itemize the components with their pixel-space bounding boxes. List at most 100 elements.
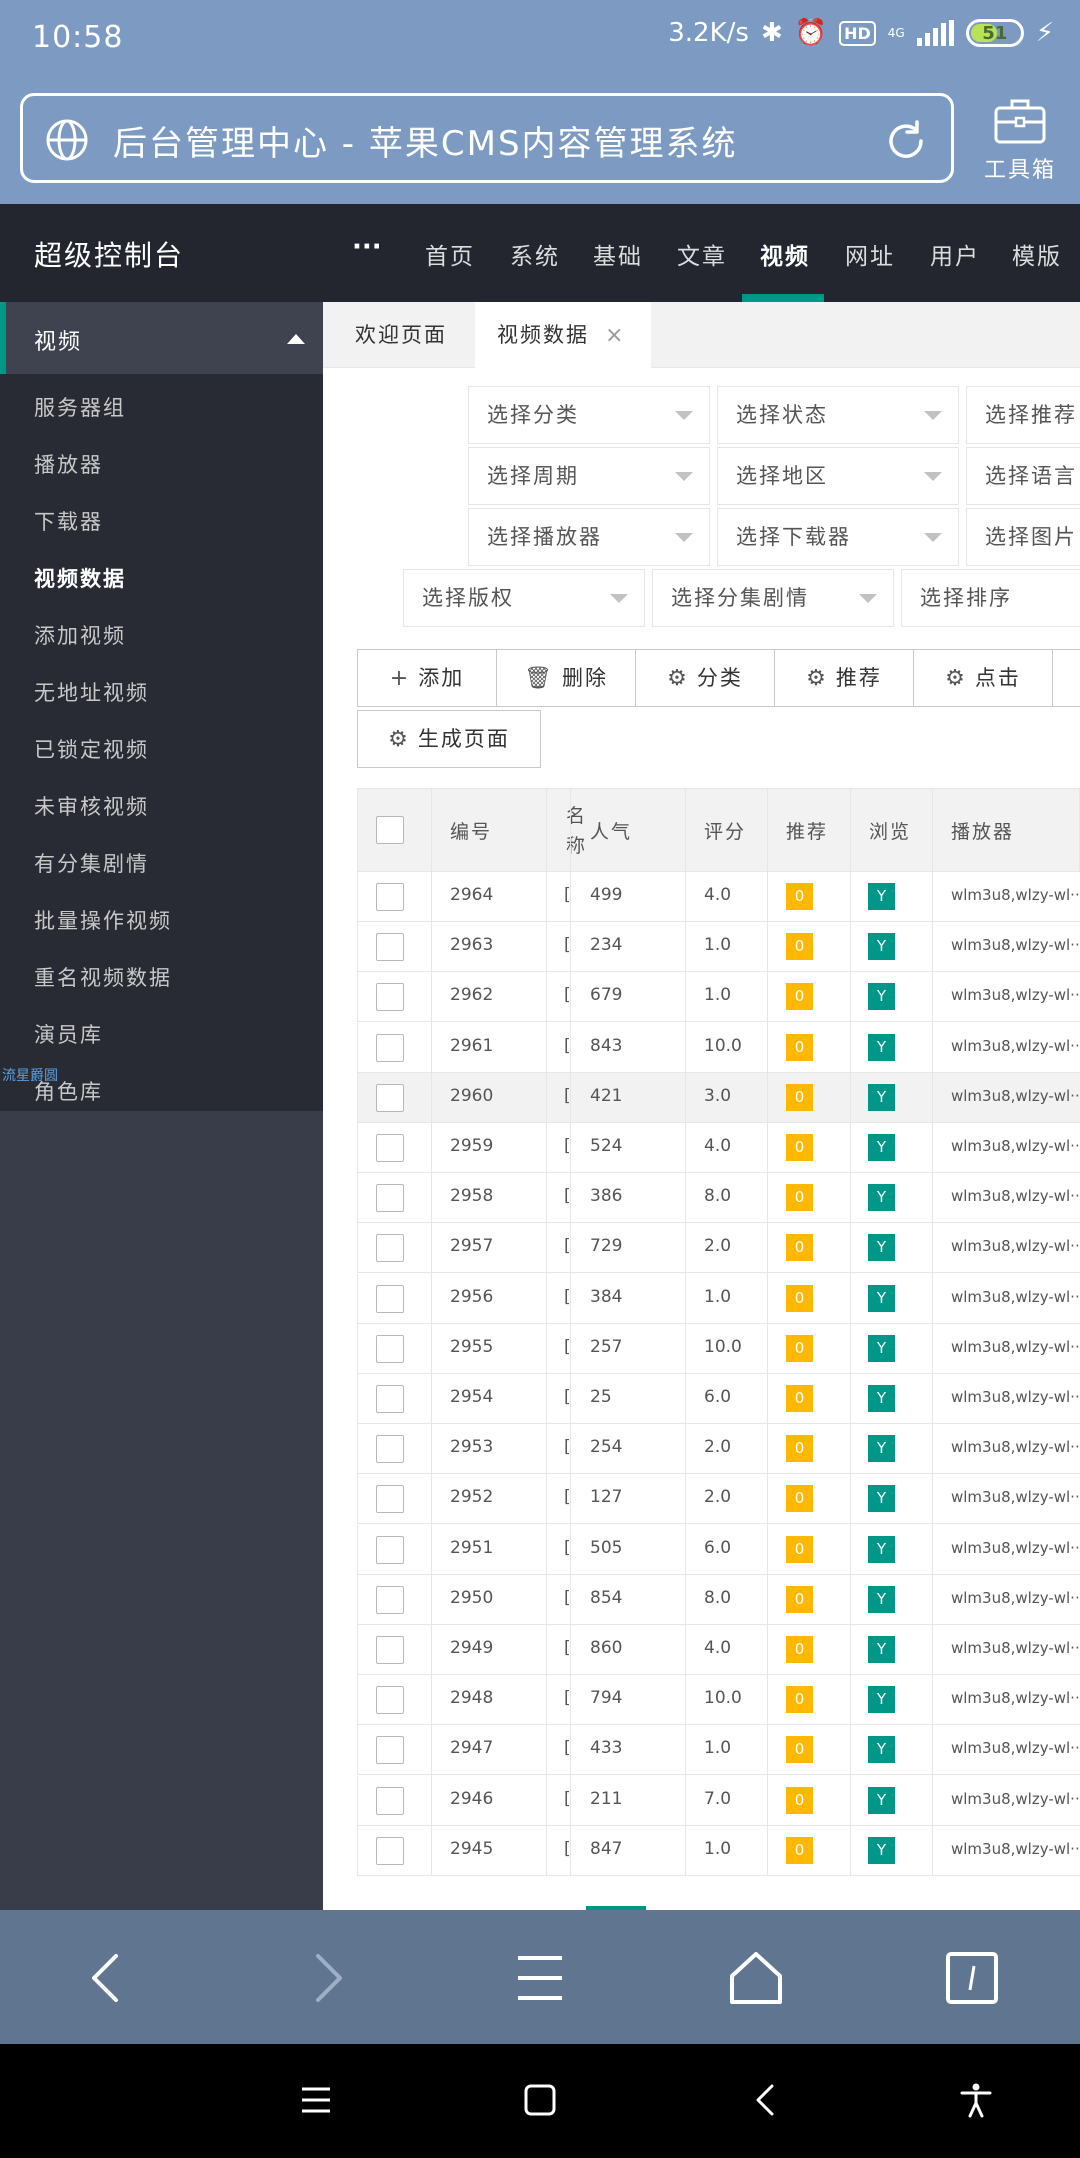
select-copyright[interactable]: 选择版权 — [403, 569, 645, 627]
cell-view-badge[interactable]: Y — [868, 1836, 895, 1864]
tabs-icon[interactable] — [944, 1950, 1000, 2006]
cell-view-badge[interactable]: Y — [868, 1385, 895, 1412]
cell-recommend-badge[interactable]: 0 — [786, 1786, 813, 1814]
recents-icon[interactable] — [298, 2082, 334, 2118]
sidebar-item-locked-video[interactable]: 已锁定视频 — [34, 734, 149, 764]
delete-button[interactable]: 🗑 删除 — [496, 649, 636, 707]
select-downloader[interactable]: 选择下载器 — [717, 508, 959, 566]
cell-recommend-badge[interactable]: 0 — [786, 1736, 813, 1764]
row-checkbox[interactable] — [376, 1836, 404, 1865]
cell-recommend-badge[interactable]: 0 — [786, 1385, 813, 1412]
nav-more-button[interactable]: ··· — [352, 232, 382, 262]
row-checkbox[interactable] — [376, 1083, 404, 1112]
recommend-button[interactable]: ⚙ 推荐 — [774, 649, 914, 707]
cell-recommend-badge[interactable]: 0 — [786, 1636, 813, 1663]
more-toolbar-button[interactable] — [1052, 649, 1080, 707]
row-checkbox[interactable] — [376, 1234, 404, 1263]
table-row[interactable]: 2947[433 1.0 0 Ywlm3u8,wlzy-wl··· — [357, 1725, 1080, 1776]
table-row[interactable]: 2950[854 8.0 0 Ywlm3u8,wlzy-wl··· — [357, 1574, 1080, 1625]
cell-view-badge[interactable]: Y — [868, 983, 895, 1011]
cell-recommend-badge[interactable]: 0 — [786, 1585, 813, 1613]
sidebar-item-player[interactable]: 播放器 — [34, 449, 103, 479]
cell-recommend-badge[interactable]: 0 — [786, 1535, 813, 1563]
sidebar-item-downloader[interactable]: 下载器 — [34, 506, 103, 536]
cell-view-badge[interactable]: Y — [868, 1485, 895, 1513]
tab-welcome[interactable]: 欢迎页面 — [323, 302, 473, 368]
nav-home[interactable]: 首页 — [425, 237, 475, 271]
address-bar[interactable]: 后台管理中心 - 苹果CMS内容管理系统 — [20, 93, 954, 183]
select-all-checkbox[interactable] — [376, 816, 404, 844]
table-row[interactable]: 2958[386 8.0 0 Ywlm3u8,wlzy-wl··· — [357, 1173, 1080, 1224]
close-icon[interactable]: × — [605, 303, 625, 369]
sidebar-item-duplicate-names[interactable]: 重名视频数据 — [34, 962, 172, 992]
select-episode-plot[interactable]: 选择分集剧情 — [652, 569, 894, 627]
row-checkbox[interactable] — [376, 1736, 404, 1765]
cell-view-badge[interactable]: Y — [868, 1134, 895, 1161]
row-checkbox[interactable] — [376, 1686, 404, 1715]
sidebar-item-actors[interactable]: 演员库 — [34, 1019, 103, 1049]
row-checkbox[interactable] — [376, 1334, 404, 1363]
row-checkbox[interactable] — [376, 1535, 404, 1564]
select-category[interactable]: 选择分类 — [468, 386, 710, 444]
category-button[interactable]: ⚙ 分类 — [635, 649, 775, 707]
nav-url[interactable]: 网址 — [845, 237, 895, 271]
table-row[interactable]: 2956[384 1.0 0 Ywlm3u8,wlzy-wl··· — [357, 1273, 1080, 1324]
table-row[interactable]: 2949[860 4.0 0 Ywlm3u8,wlzy-wl··· — [357, 1625, 1080, 1675]
nav-video[interactable]: 视频 — [760, 237, 810, 271]
row-checkbox[interactable] — [376, 1485, 404, 1514]
cell-view-badge[interactable]: Y — [868, 1284, 895, 1312]
table-row[interactable]: 2951[505 6.0 0 Ywlm3u8,wlzy-wl··· — [357, 1524, 1080, 1575]
sidebar-item-video-data[interactable]: 视频数据 — [34, 563, 126, 593]
row-checkbox[interactable] — [376, 1033, 404, 1062]
table-row[interactable]: 2948[794 10.0 0 Ywlm3u8,wlzy-wl··· — [357, 1675, 1080, 1726]
row-checkbox[interactable] — [376, 1786, 404, 1815]
row-checkbox[interactable] — [376, 1435, 404, 1464]
cell-view-badge[interactable]: Y — [868, 1083, 895, 1111]
accessibility-icon[interactable] — [958, 2082, 994, 2118]
cell-recommend-badge[interactable]: 0 — [786, 1836, 813, 1864]
cell-recommend-badge[interactable]: 0 — [786, 1234, 813, 1262]
cell-view-badge[interactable]: Y — [868, 933, 895, 961]
row-checkbox[interactable] — [376, 983, 404, 1012]
tab-video-data[interactable]: 视频数据 × — [475, 302, 651, 368]
nav-user[interactable]: 用户 — [930, 237, 980, 271]
system-home-icon[interactable] — [522, 2082, 558, 2118]
sidebar-item-unreviewed-video[interactable]: 未审核视频 — [34, 791, 149, 821]
select-period[interactable]: 选择周期 — [468, 447, 710, 505]
cell-recommend-badge[interactable]: 0 — [786, 1184, 813, 1212]
row-checkbox[interactable] — [376, 1385, 404, 1413]
sidebar-item-episode-plot[interactable]: 有分集剧情 — [34, 848, 149, 878]
select-sort[interactable]: 选择排序 — [901, 569, 1080, 627]
cell-view-badge[interactable]: Y — [868, 1585, 895, 1613]
cell-recommend-badge[interactable]: 0 — [786, 1485, 813, 1513]
row-checkbox[interactable] — [376, 1284, 404, 1313]
row-checkbox[interactable] — [376, 1134, 404, 1162]
table-row[interactable]: 2959[524 4.0 0 Ywlm3u8,wlzy-wl··· — [357, 1123, 1080, 1173]
cell-view-badge[interactable]: Y — [868, 1686, 895, 1714]
cell-recommend-badge[interactable]: 0 — [786, 1083, 813, 1111]
cell-recommend-badge[interactable]: 0 — [786, 1334, 813, 1362]
menu-icon[interactable] — [512, 1950, 568, 2006]
cell-view-badge[interactable]: Y — [868, 1535, 895, 1563]
select-language[interactable]: 选择语言 — [966, 447, 1080, 505]
sidebar-item-add-video[interactable]: 添加视频 — [34, 620, 126, 650]
row-checkbox[interactable] — [376, 1636, 404, 1664]
cell-recommend-badge[interactable]: 0 — [786, 1435, 813, 1463]
cell-view-badge[interactable]: Y — [868, 1334, 895, 1362]
nav-basic[interactable]: 基础 — [593, 237, 643, 271]
cell-view-badge[interactable]: Y — [868, 1234, 895, 1262]
system-back-icon[interactable] — [748, 2082, 784, 2118]
generate-page-button[interactable]: ⚙ 生成页面 — [357, 710, 541, 768]
table-row[interactable]: 2955[257 10.0 0 Ywlm3u8,wlzy-wl··· — [357, 1323, 1080, 1374]
cell-recommend-badge[interactable]: 0 — [786, 883, 813, 910]
table-row[interactable]: 2962[679 1.0 0 Ywlm3u8,wlzy-wl··· — [357, 972, 1080, 1023]
row-checkbox[interactable] — [376, 1585, 404, 1614]
table-row[interactable]: 2954[25 6.0 0 Ywlm3u8,wlzy-wl··· — [357, 1374, 1080, 1424]
nav-template[interactable]: 模版 — [1012, 237, 1062, 271]
table-row[interactable]: 2961[843 10.0 0 Ywlm3u8,wlzy-wl··· — [357, 1022, 1080, 1073]
row-checkbox[interactable] — [376, 933, 404, 962]
table-row[interactable]: 2945[847 1.0 0 Ywlm3u8,wlzy-wl··· — [357, 1825, 1080, 1876]
cell-recommend-badge[interactable]: 0 — [786, 1033, 813, 1061]
select-recommend[interactable]: 选择推荐 — [966, 386, 1080, 444]
cell-recommend-badge[interactable]: 0 — [786, 1134, 813, 1161]
